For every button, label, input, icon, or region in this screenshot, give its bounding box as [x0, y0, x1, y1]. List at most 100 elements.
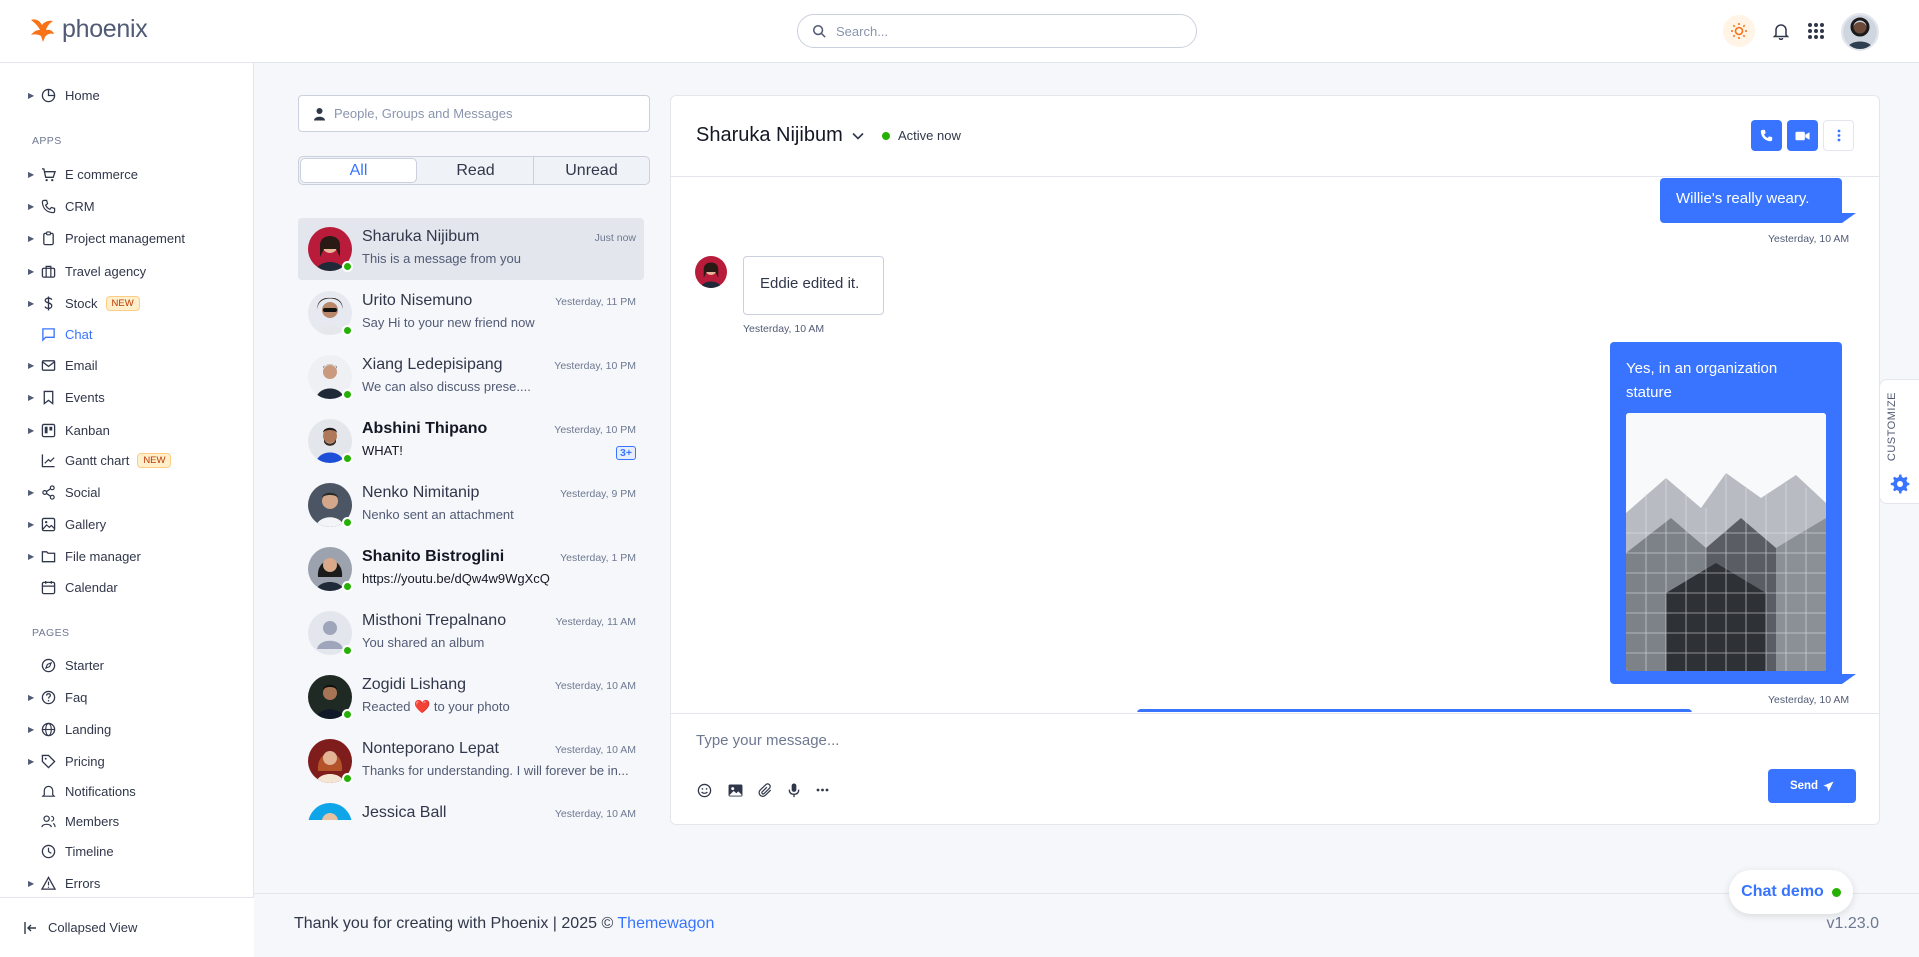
conversation-item[interactable]: Zogidi Lishang Reacted ❤️ to your photo …	[298, 666, 644, 728]
attached-building-image[interactable]	[1626, 413, 1826, 671]
conversation-item[interactable]: Misthoni Trepalnano You shared an album …	[298, 602, 644, 664]
image-icon	[728, 783, 742, 797]
tab-all[interactable]: All	[300, 158, 417, 183]
new-badge: NEW	[105, 295, 140, 311]
sidebar-item-file-manager[interactable]: ▶ File manager	[28, 544, 248, 568]
last-message: Thanks for understanding. I will forever…	[362, 763, 629, 778]
theme-toggle-button[interactable]	[1723, 15, 1755, 47]
chat-demo-button[interactable]: Chat demo	[1729, 870, 1853, 914]
send-button[interactable]: Send	[1768, 769, 1856, 803]
chevron-right-icon: ▶	[28, 360, 35, 370]
voice-record-button[interactable]	[785, 781, 803, 799]
conversation-item[interactable]: Abshini Thipano WHAT! Yesterday, 10 PM 3…	[298, 410, 644, 472]
sidebar-item-stock[interactable]: ▶ Stock NEW	[28, 291, 248, 315]
mail-icon	[40, 357, 56, 373]
sidebar-item-home[interactable]: ▶ Home	[28, 83, 248, 107]
sidebar-item-members[interactable]: ▶ Members	[28, 809, 248, 833]
chevron-right-icon: ▶	[28, 201, 35, 211]
message-time: Yesterday, 10 AM	[554, 808, 636, 820]
sidebar-item-label: Chat	[65, 326, 93, 342]
sidebar-item-starter[interactable]: ▶ Starter	[28, 653, 248, 677]
more-tools-button[interactable]	[813, 781, 831, 799]
smile-icon	[697, 783, 711, 797]
sidebar-item-label: Events	[65, 389, 105, 405]
compass-icon	[40, 657, 56, 673]
contact-name: Abshini Thipano	[362, 420, 488, 437]
sidebar-item-ecommerce[interactable]: ▶ E commerce	[28, 162, 248, 186]
last-message: Nenko sent an attachment	[362, 507, 514, 522]
conversation-item[interactable]: Shanito Bistroglini https://youtu.be/dQw…	[298, 538, 644, 600]
brand-logo[interactable]: phoenix	[28, 14, 148, 44]
video-icon	[1795, 131, 1810, 140]
conversation-search[interactable]	[298, 95, 650, 132]
active-status-dot	[882, 131, 890, 140]
message-thread: Willie's really weary. Yesterday, 10 AM …	[671, 178, 1879, 712]
voice-call-button[interactable]	[1751, 120, 1782, 151]
sidebar-item-landing[interactable]: ▶ Landing	[28, 717, 248, 741]
image-attach-button[interactable]	[726, 781, 744, 799]
sidebar-item-project-management[interactable]: ▶ Project management	[28, 226, 248, 250]
sidebar-item-gallery[interactable]: ▶ Gallery	[28, 512, 248, 536]
message-time: Yesterday, 11 PM	[555, 296, 636, 308]
apps-grid-button[interactable]	[1800, 15, 1832, 47]
tab-unread[interactable]: Unread	[534, 157, 649, 184]
contact-name: Shanito Bistroglini	[362, 548, 505, 565]
sidebar-item-social[interactable]: ▶ Social	[28, 480, 248, 504]
user-avatar[interactable]	[1841, 13, 1879, 51]
briefcase-icon	[40, 263, 56, 279]
message-text: Eddie edited it.	[760, 275, 860, 292]
global-search[interactable]	[797, 14, 1197, 48]
video-call-button[interactable]	[1787, 120, 1818, 151]
calendar-icon	[40, 579, 56, 595]
conversation-filter-tabs: All Read Unread	[298, 156, 650, 185]
online-status-dot	[1831, 887, 1841, 897]
chat-contact-dropdown[interactable]: Sharuka Nijibum	[696, 124, 864, 147]
message-time: Yesterday, 10 PM	[554, 360, 636, 372]
page-footer: Thank you for creating with Phoenix | 20…	[254, 893, 1919, 957]
top-navbar: phoenix	[0, 0, 1919, 63]
themewagon-link[interactable]: Themewagon	[617, 915, 714, 932]
tab-read[interactable]: Read	[418, 157, 534, 184]
notifications-button[interactable]	[1765, 15, 1797, 47]
sidebar-item-events[interactable]: ▶ Events	[28, 385, 248, 409]
message-time: Yesterday, 11 AM	[555, 616, 636, 628]
collapse-sidebar-button[interactable]: Collapsed View	[0, 897, 254, 957]
sidebar-item-crm[interactable]: ▶ CRM	[28, 194, 248, 218]
conversation-item[interactable]: Urito Nisemuno Say Hi to your new friend…	[298, 282, 644, 344]
conversation-item[interactable]: Nonteporano Lepat Thanks for understandi…	[298, 730, 644, 792]
user-icon	[314, 107, 325, 120]
globe-icon	[40, 721, 56, 737]
microphone-icon	[788, 782, 800, 797]
chevron-right-icon: ▶	[28, 233, 35, 243]
section-heading-apps: APPS	[32, 135, 62, 147]
sidebar-item-notifications[interactable]: ▶ Notifications	[28, 779, 248, 803]
more-options-button[interactable]	[1823, 120, 1854, 151]
conversation-item[interactable]: Sharuka Nijibum This is a message from y…	[298, 218, 644, 280]
sidebar-item-errors[interactable]: ▶ Errors	[28, 871, 248, 895]
sidebar-item-travel-agency[interactable]: ▶ Travel agency	[28, 259, 248, 283]
pie-chart-icon	[40, 87, 56, 103]
message-text: Yes, in an organization stature	[1626, 360, 1778, 401]
clipboard-icon	[40, 230, 56, 246]
emoji-button[interactable]	[695, 781, 713, 799]
sidebar-item-pricing[interactable]: ▶ Pricing	[28, 749, 248, 773]
collapse-label: Collapsed View	[48, 920, 138, 935]
conversation-item[interactable]: Nenko Nimitanip Nenko sent an attachment…	[298, 474, 644, 536]
search-input[interactable]	[836, 23, 1176, 39]
sidebar-item-calendar[interactable]: ▶ Calendar	[28, 575, 248, 599]
building-photo-icon	[1626, 413, 1826, 671]
sidebar-item-faq[interactable]: ▶ Faq	[28, 685, 248, 709]
conversation-item[interactable]: Xiang Ledepisipang We can also discuss p…	[298, 346, 644, 408]
sidebar-item-kanban[interactable]: ▶ Kanban	[28, 418, 248, 442]
last-message: https://youtu.be/dQw4w9WgXcQ	[362, 571, 550, 586]
contact-name: Zogidi Lishang	[362, 676, 467, 693]
sidebar-item-timeline[interactable]: ▶ Timeline	[28, 839, 248, 863]
customize-panel-toggle[interactable]: CUSTOMIZE	[1879, 379, 1919, 504]
sidebar-item-gantt-chart[interactable]: ▶ Gantt chart NEW	[28, 448, 248, 472]
sidebar-item-email[interactable]: ▶ Email	[28, 353, 248, 377]
file-attach-button[interactable]	[756, 781, 774, 799]
message-input[interactable]	[696, 732, 1596, 749]
conversation-item[interactable]: Jessica Ball Yesterday, 10 AM	[298, 794, 644, 820]
conversation-search-input[interactable]	[334, 106, 634, 121]
sidebar-item-chat[interactable]: ▶ Chat	[28, 322, 248, 346]
